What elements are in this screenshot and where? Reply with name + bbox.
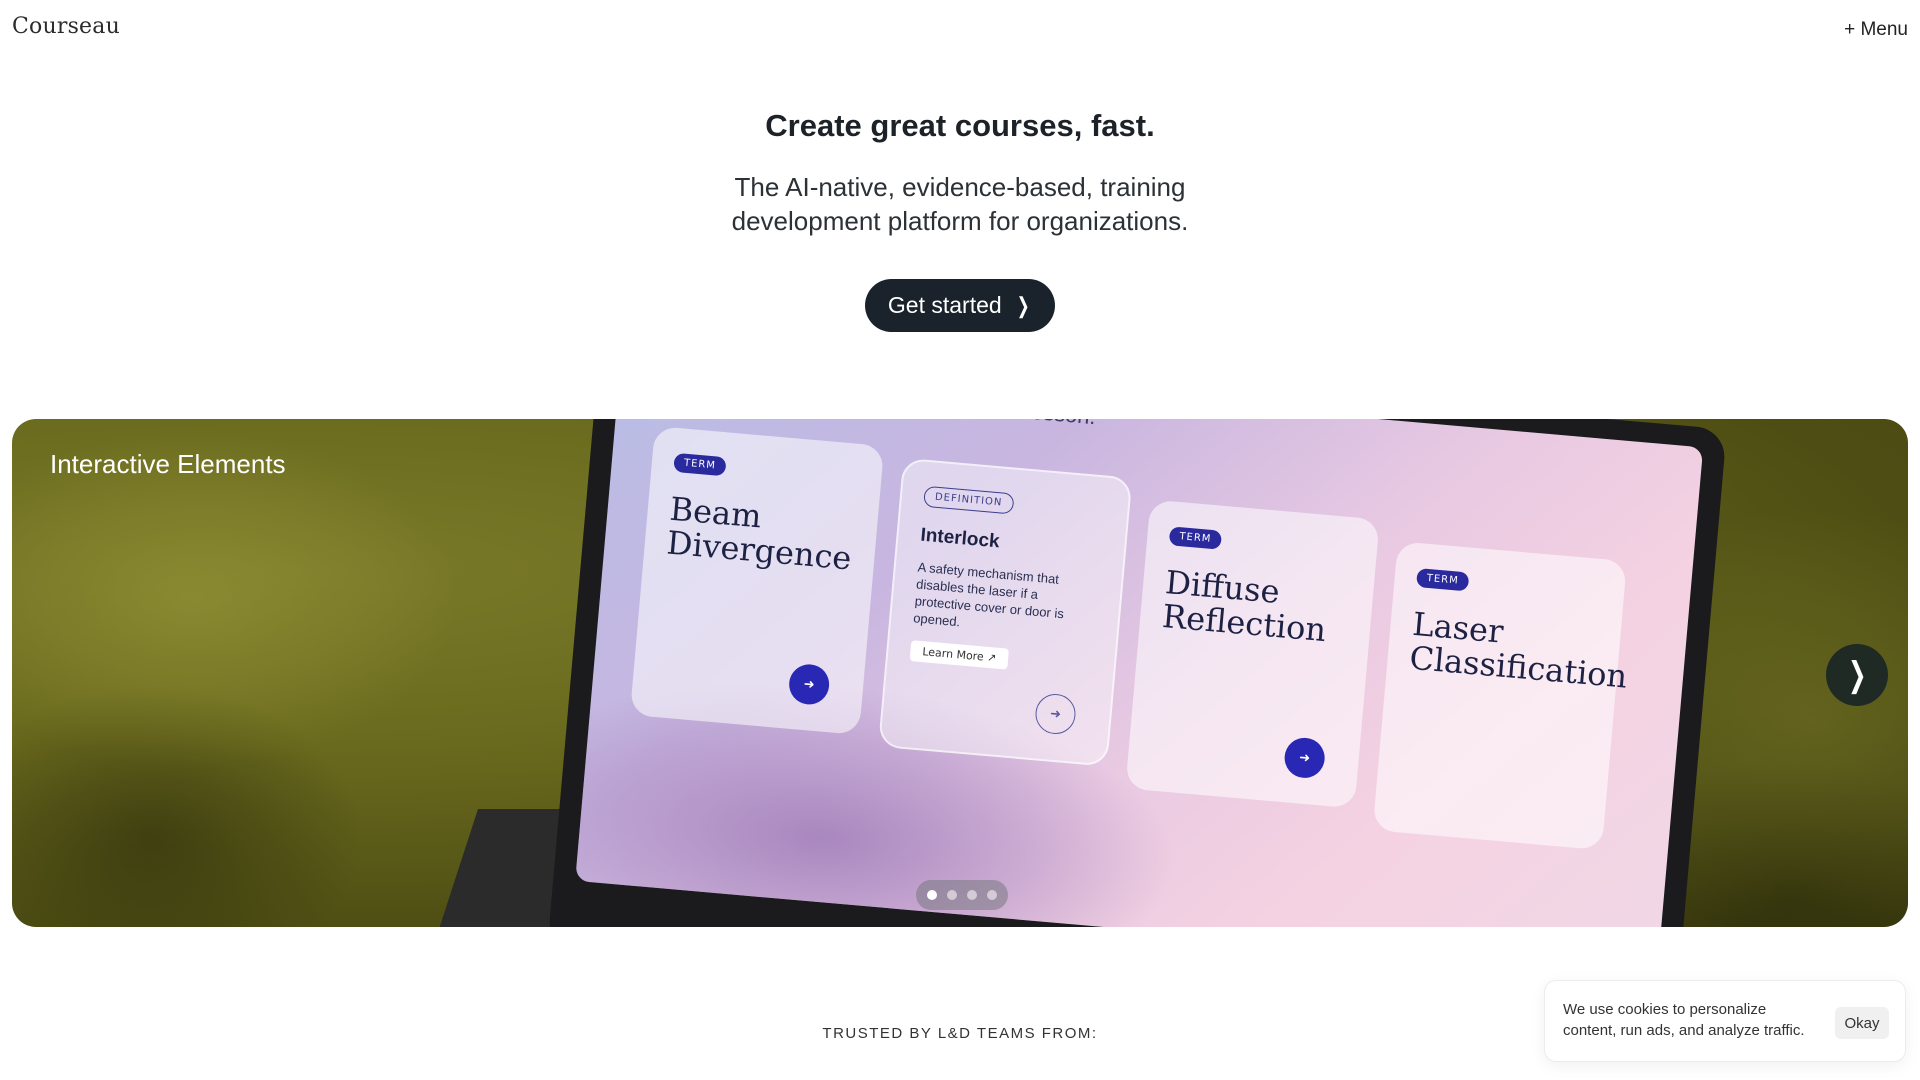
card-arrow-button: ➜ bbox=[1282, 736, 1327, 780]
logo[interactable]: Courseau bbox=[12, 14, 120, 39]
chevron-right-icon: ❯ bbox=[1016, 292, 1030, 318]
screen-heading: ms learned in this lesson. bbox=[847, 419, 1096, 430]
card-definition: A safety mechanism that disables the las… bbox=[912, 559, 1065, 630]
pagination-dot-1[interactable] bbox=[927, 890, 937, 900]
laptop-screen-frame: ms learned in this lesson. TERM Beam Div… bbox=[547, 419, 1727, 927]
pagination-dot-3[interactable] bbox=[967, 890, 977, 900]
card-term: Interlock bbox=[919, 524, 1001, 553]
carousel-pagination bbox=[916, 880, 1008, 910]
pagination-dot-2[interactable] bbox=[947, 890, 957, 900]
cookie-okay-button[interactable]: Okay bbox=[1835, 1007, 1889, 1039]
chevron-right-icon: ❯ bbox=[1847, 655, 1867, 695]
card-diffuse-reflection: TERM Diffuse Reflection ➜ bbox=[1125, 499, 1380, 809]
slide-label: Interactive Elements bbox=[50, 449, 286, 479]
card-title: Laser Classification bbox=[1408, 604, 1629, 696]
hero-subtitle: The AI-native, evidence-based, training … bbox=[731, 172, 1189, 236]
card-title: Beam Divergence bbox=[665, 489, 854, 578]
card-tag: DEFINITION bbox=[923, 485, 1015, 515]
card-beam-divergence: TERM Beam Divergence ➜ bbox=[629, 425, 885, 735]
pagination-dot-4[interactable] bbox=[987, 890, 997, 900]
feature-carousel: ms learned in this lesson. TERM Beam Div… bbox=[12, 419, 1908, 927]
card-title: Diffuse Reflection bbox=[1160, 563, 1328, 650]
get-started-button[interactable]: Get started ❯ bbox=[865, 279, 1055, 332]
carousel-next-button[interactable]: ❯ bbox=[1826, 644, 1888, 706]
card-laser-classification: TERM Laser Classification bbox=[1372, 541, 1629, 851]
learn-more-link: Learn More ↗ bbox=[909, 640, 1010, 670]
card-arrow-button: ➜ bbox=[787, 662, 831, 707]
laptop-screen: ms learned in this lesson. TERM Beam Div… bbox=[575, 419, 1704, 927]
card-interlock: DEFINITION Interlock A safety mechanism … bbox=[877, 457, 1133, 767]
card-arrow-button: ➜ bbox=[1033, 692, 1078, 736]
card-tag: TERM bbox=[1415, 567, 1470, 592]
cookie-text: We use cookies to personalize content, r… bbox=[1563, 1001, 1805, 1039]
card-tag: TERM bbox=[1168, 526, 1223, 550]
get-started-label: Get started bbox=[887, 292, 1002, 318]
card-tag: TERM bbox=[673, 452, 727, 477]
cookie-banner: We use cookies to personalize content, r… bbox=[1544, 980, 1906, 1062]
hero-title: Create great courses, fast. bbox=[765, 108, 1155, 143]
menu-button[interactable]: + Menu bbox=[1844, 19, 1908, 41]
